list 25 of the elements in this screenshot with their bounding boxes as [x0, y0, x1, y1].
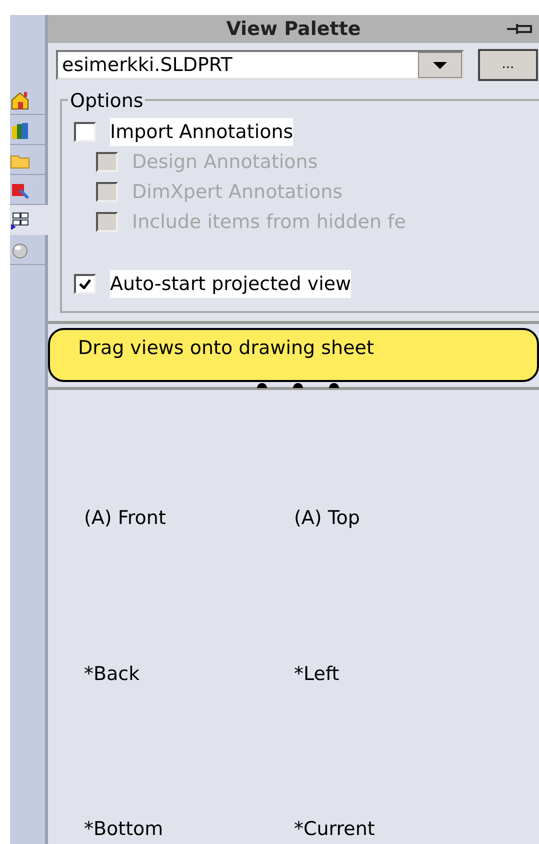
- splitter-handle-icon[interactable]: [256, 382, 340, 388]
- side-tab[interactable]: [10, 205, 48, 235]
- view-label[interactable]: *Bottom: [84, 815, 294, 844]
- checkbox[interactable]: [74, 122, 96, 142]
- dropdown-button[interactable]: [418, 52, 462, 78]
- view-label[interactable]: (A) Top: [294, 504, 494, 533]
- view-label[interactable]: (A) Front: [84, 504, 294, 533]
- checkbox[interactable]: [74, 274, 96, 294]
- browse-button[interactable]: ...: [478, 49, 538, 81]
- hint-callout: Drag views onto drawing sheet: [48, 328, 539, 382]
- palette-icon: [10, 210, 30, 230]
- checkbox-label: Auto-start projected view: [110, 270, 352, 298]
- file-dropdown[interactable]: esimerkki.SLDPRT: [56, 50, 464, 80]
- checkbox-label: Import Annotations: [110, 118, 294, 146]
- pin-icon[interactable]: [507, 23, 533, 35]
- checkmark-icon: [79, 279, 91, 289]
- view-label[interactable]: *Back: [84, 660, 294, 688]
- checkbox-label: DimXpert Annotations: [132, 180, 343, 205]
- checkbox-label: Design Annotations: [132, 150, 318, 175]
- view-label[interactable]: *Current: [294, 815, 494, 844]
- caret-icon: [433, 62, 447, 68]
- view-label[interactable]: *Left: [294, 660, 494, 688]
- house-icon: [10, 90, 30, 110]
- panel-title: View Palette: [226, 16, 361, 42]
- checkbox-label: Include items from hidden fe: [132, 210, 406, 235]
